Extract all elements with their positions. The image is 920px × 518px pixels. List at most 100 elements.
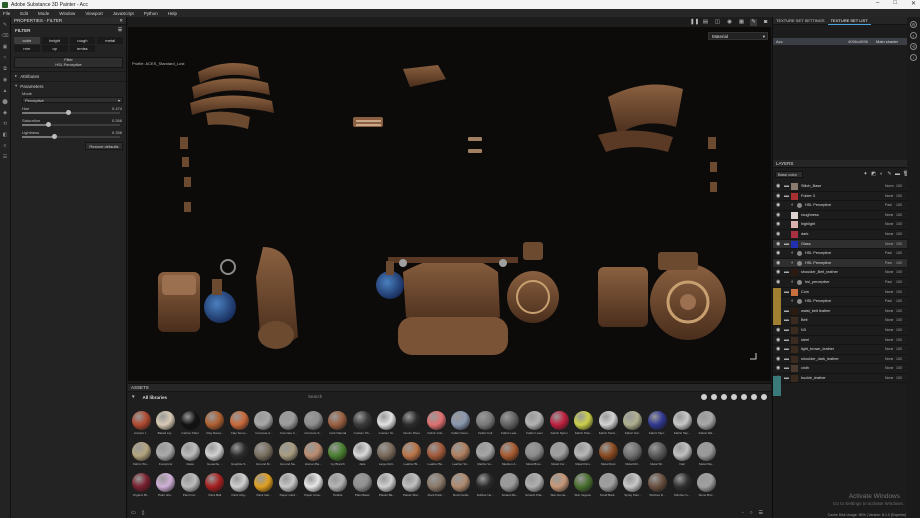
mode-dropdown[interactable]: Perceptive ▾	[22, 97, 123, 103]
asset-item[interactable]: Rock Fields	[451, 473, 471, 499]
asset-item[interactable]: Fabric Tapi...	[647, 411, 667, 437]
visibility-eye-icon[interactable]: ◉	[776, 260, 782, 266]
asset-item[interactable]: Paint Glo...	[156, 473, 176, 499]
resize-corner-icon[interactable]	[750, 353, 757, 360]
asset-item[interactable]: Rock Patin...	[426, 473, 446, 499]
saturation-value[interactable]: 0.266	[112, 118, 122, 123]
blend-mode[interactable]: None	[885, 366, 893, 370]
visibility-eye-icon[interactable]: ◉	[776, 279, 782, 285]
asset-item[interactable]: Stone Bric...	[697, 473, 717, 499]
layer-opacity[interactable]: 100	[896, 261, 902, 265]
display-settings-icon[interactable]: ◐	[910, 32, 917, 39]
category-rough[interactable]: rough	[69, 37, 96, 44]
asset-item[interactable]: Concrete A...	[254, 411, 274, 437]
layer-row[interactable]: ◉▬CoinNone100	[773, 288, 908, 298]
paint-brush-icon[interactable]: ✎	[2, 22, 9, 28]
info-icon[interactable]: i	[910, 54, 917, 61]
layer-opacity[interactable]: 100	[896, 357, 902, 361]
asset-item[interactable]: Fabric Felt	[475, 411, 495, 437]
asset-item[interactable]: Fabric Swim...	[598, 411, 618, 437]
category-height[interactable]: height	[41, 37, 68, 44]
filter-smart-material-icon[interactable]	[711, 394, 717, 400]
filter-menu-icon[interactable]: ☰	[118, 27, 122, 33]
layer-opacity[interactable]: 100	[896, 232, 902, 236]
new-library-icon[interactable]: ▭	[131, 510, 136, 516]
layer-opacity[interactable]: 100	[896, 290, 902, 294]
layer-opacity[interactable]: 100	[896, 194, 902, 198]
smudge-icon[interactable]: ≈	[2, 55, 9, 61]
layer-row[interactable]: ◉ ▬ light_brown_leather None 100	[773, 345, 908, 355]
all-libraries-label[interactable]: All libraries	[143, 395, 168, 400]
asset-item[interactable]: Stitches D...	[647, 473, 667, 499]
visibility-eye-icon[interactable]: ◉	[776, 203, 782, 208]
asset-item[interactable]: Nail	[672, 442, 692, 468]
lightness-slider[interactable]	[22, 134, 120, 139]
layer-row[interactable]: ◉ ▬ shoulder_Belt_leather None 100	[773, 268, 908, 278]
asset-item[interactable]: Concrete C...	[279, 411, 299, 437]
asset-item[interactable]: Metal Dirt...	[623, 442, 643, 468]
import-icon[interactable]: ▯	[142, 510, 145, 516]
asset-item[interactable]: Fabric Sof...	[623, 411, 643, 437]
blend-mode[interactable]: None	[885, 309, 893, 313]
menu-file[interactable]: File	[3, 11, 10, 16]
asset-item[interactable]: Clay Smoo...	[229, 411, 249, 437]
layer-opacity[interactable]: 100	[896, 213, 902, 217]
visibility-eye-icon[interactable]: ◉	[776, 184, 782, 189]
asset-item[interactable]: Leather Sti...	[451, 442, 471, 468]
menu-python[interactable]: Python	[144, 11, 158, 16]
asset-item[interactable]: Leather Bl...	[402, 442, 422, 468]
layer-row[interactable]: ◉ dark None 100	[773, 230, 908, 240]
asset-item[interactable]: Small Bark...	[598, 473, 618, 499]
layer-row[interactable]: ◉ ▬ steel None 100	[773, 336, 908, 346]
blend-mode[interactable]: Pasl	[885, 261, 892, 265]
add-fill-layer-icon[interactable]: ◐	[879, 172, 884, 177]
effect-row[interactable]: ◉ ◐ hsl_perceptive Pasl 100	[773, 278, 908, 288]
restore-defaults-button[interactable]: Restore defaults	[85, 142, 123, 150]
asset-item[interactable]: Human Ba...	[303, 442, 323, 468]
asset-item[interactable]: Paint Ball	[205, 473, 225, 499]
asset-item[interactable]: Graphite S...	[229, 442, 249, 468]
asset-item[interactable]: Spray Pain...	[623, 473, 643, 499]
asset-item[interactable]: Metal Cor...	[549, 442, 569, 468]
menu-help[interactable]: Help	[168, 11, 177, 16]
history-icon[interactable]: ⟲	[910, 43, 917, 50]
projection-icon[interactable]: ▣	[2, 44, 9, 50]
category-emiss[interactable]: emiss	[69, 45, 96, 52]
asset-item[interactable]: Scratch Plat...	[525, 473, 545, 499]
blend-mode[interactable]: Pasl	[885, 203, 892, 207]
layer-opacity[interactable]: 100	[896, 222, 902, 226]
blend-mode[interactable]: None	[885, 213, 893, 217]
eraser-icon[interactable]: ⌫	[2, 33, 9, 39]
effect-row[interactable]: ◉ ◐ HSL Perceptive Pasl 100	[773, 249, 908, 259]
asset-item[interactable]: Ground M...	[254, 442, 274, 468]
asset-item[interactable]: Ground Sa...	[279, 442, 299, 468]
saturation-slider[interactable]	[22, 122, 120, 127]
visibility-eye-icon[interactable]: ◉	[776, 193, 782, 199]
hue-slider[interactable]	[22, 110, 120, 115]
minimize-icon[interactable]: –	[876, 0, 879, 7]
channel-selector[interactable]: Base color	[775, 171, 803, 178]
asset-item[interactable]: Custom Sh...	[352, 411, 372, 437]
visibility-eye-icon[interactable]: ◉	[776, 270, 782, 275]
layer-opacity[interactable]: 100	[896, 299, 902, 303]
maximize-icon[interactable]: □	[893, 0, 897, 7]
layer-opacity[interactable]: 100	[896, 251, 902, 255]
asset-item[interactable]: Rubber Ne...	[475, 473, 495, 499]
blend-mode[interactable]: Pasl	[885, 280, 892, 284]
asset-item[interactable]: Leather Bu...	[426, 442, 446, 468]
blend-mode[interactable]: Pasl	[885, 299, 892, 303]
visibility-eye-icon[interactable]: ◉	[776, 241, 782, 247]
add-paint-layer-icon[interactable]: ✎	[887, 172, 892, 177]
layer-row[interactable]: ◉▬buckle_leatherNone100	[773, 374, 908, 384]
asset-item[interactable]: Paint Orig...	[229, 473, 249, 499]
layer-opacity[interactable]: 100	[896, 270, 902, 274]
asset-item[interactable]: Glass	[180, 442, 200, 468]
asset-item[interactable]: Carbon Fiber	[180, 411, 200, 437]
filter-slot[interactable]: Filter HSL Perceptive	[14, 57, 123, 68]
visibility-eye-icon[interactable]: ◉	[776, 222, 782, 227]
category-metal[interactable]: metal	[97, 37, 123, 44]
layer-row[interactable]: ◉ highlight None 100	[773, 220, 908, 230]
asset-item[interactable]: Footprints	[156, 442, 176, 468]
add-mask-icon[interactable]: ◩	[871, 172, 876, 177]
close-panel-icon[interactable]: ✕	[119, 18, 123, 24]
